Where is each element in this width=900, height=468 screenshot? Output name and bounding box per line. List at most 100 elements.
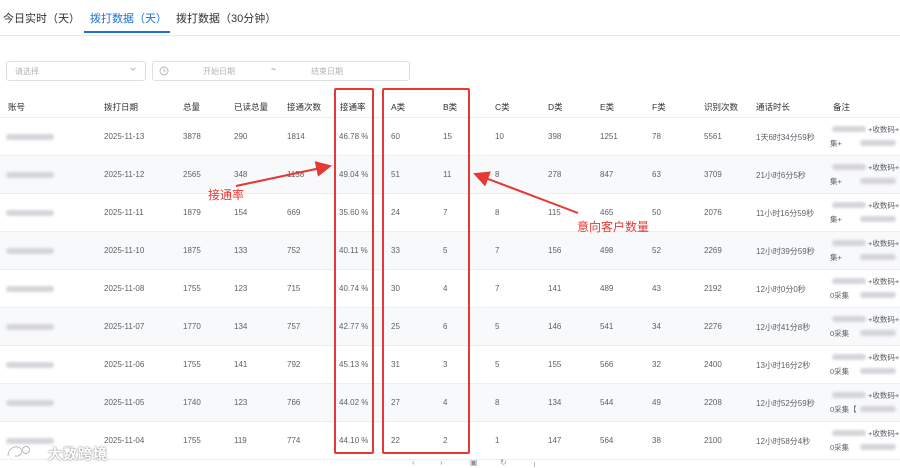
cell-class-f: 78 — [652, 132, 661, 141]
cell-dial-date: 2025-11-13 — [104, 132, 145, 141]
cell-class-c: 8 — [495, 170, 500, 179]
remark-line-1: +收数码+ — [868, 391, 900, 400]
cell-total: 1755 — [183, 284, 201, 293]
col-dial-date: 拨打日期 — [104, 102, 139, 112]
clock-icon — [159, 66, 169, 76]
cell-class-c: 1 — [495, 436, 500, 445]
remark-line-1: +收数码+ — [868, 239, 900, 248]
cell-class-d: 398 — [548, 132, 562, 141]
account-redacted — [6, 134, 54, 140]
tab-dial-data-day[interactable]: 拨打数据（天） — [90, 10, 167, 26]
chevron-down-icon — [130, 67, 136, 71]
cell-class-d: 134 — [548, 398, 562, 407]
remark-line-2: 0采集 — [830, 367, 850, 376]
cell-read-total: 154 — [234, 208, 248, 217]
remark-line-1: +收数码+ — [868, 125, 900, 134]
next-page-icon[interactable]: › — [440, 458, 443, 467]
cell-total: 2565 — [183, 170, 201, 179]
col-class-d: D类 — [548, 102, 563, 112]
remark-line-1: +收数码+ — [868, 315, 900, 324]
col-connected: 接通次数 — [287, 102, 322, 112]
remark-line-1: +收数码+ — [868, 277, 900, 286]
cell-read-total: 119 — [234, 436, 247, 445]
cell-remark: +收数码+ 集+ — [830, 238, 900, 266]
tab-bar: 今日实时（天） 拨打数据（天） 拨打数据（30分钟） — [0, 0, 900, 36]
cell-class-f: 34 — [652, 322, 661, 331]
remark-line-1: +收数码+ — [868, 163, 900, 172]
remark-redacted — [860, 330, 896, 336]
cell-connected: 774 — [287, 436, 301, 445]
remark-redacted — [832, 126, 866, 132]
cell-class-f: 63 — [652, 170, 661, 179]
cell-class-e: 465 — [600, 208, 614, 217]
account-redacted — [6, 324, 54, 330]
cell-dial-date: 2025-11-07 — [104, 322, 145, 331]
remark-line-2: 集+ — [830, 139, 842, 148]
cell-class-f: 52 — [652, 246, 661, 255]
prev-page-icon[interactable]: ‹ — [412, 458, 415, 467]
connect-rate-highlight-box — [334, 88, 374, 454]
cell-recognition: 2276 — [704, 322, 722, 331]
intent-customers-highlight-box — [382, 88, 470, 454]
cell-dial-date: 2025-11-12 — [104, 170, 145, 179]
cell-recognition: 2076 — [704, 208, 722, 217]
cell-call-duration: 12小时52分59秒 — [756, 399, 815, 408]
remark-line-2: 0采集【 — [830, 405, 857, 414]
cell-read-total: 141 — [234, 360, 248, 369]
remark-line-2: 0采集 — [830, 291, 850, 300]
cell-read-total: 290 — [234, 132, 248, 141]
tab-today-realtime[interactable]: 今日实时（天） — [3, 10, 80, 26]
date-start-input[interactable]: 开始日期 — [203, 66, 235, 77]
cell-class-f: 49 — [652, 398, 661, 407]
remark-line-2: 集+ — [830, 253, 842, 262]
remark-line-2: 集+ — [830, 215, 842, 224]
remark-redacted — [832, 202, 866, 208]
cell-total: 1740 — [183, 398, 201, 407]
cell-remark: +收数码+ 0采集 — [830, 352, 900, 380]
date-end-input[interactable]: 结束日期 — [311, 66, 343, 77]
remark-redacted — [832, 392, 866, 398]
cell-class-c: 8 — [495, 208, 500, 217]
cell-total: 3878 — [183, 132, 201, 141]
account-redacted — [6, 362, 54, 368]
cell-read-total: 123 — [234, 398, 248, 407]
col-class-c: C类 — [495, 102, 510, 112]
active-tab-indicator — [84, 31, 170, 33]
cell-dial-date: 2025-11-05 — [104, 398, 145, 407]
select-placeholder: 请选择 — [15, 67, 39, 76]
cell-class-f: 38 — [652, 436, 661, 445]
intent-customers-annotation: 意向客户数量 — [577, 220, 650, 234]
cell-dial-date: 2025-11-11 — [104, 208, 144, 217]
grid-icon[interactable]: ▣ — [470, 458, 478, 467]
cell-recognition: 5561 — [704, 132, 722, 141]
cell-total: 1755 — [183, 360, 201, 369]
refresh-icon[interactable]: ↻ — [500, 458, 507, 467]
cell-call-duration: 12小时39分59秒 — [756, 247, 815, 256]
cell-class-e: 544 — [600, 398, 614, 407]
cell-read-total: 133 — [234, 246, 248, 255]
cell-class-c: 10 — [495, 132, 504, 141]
remark-redacted — [832, 430, 866, 436]
col-class-e: E类 — [600, 102, 615, 112]
remark-line-1: +收数码+ — [868, 201, 900, 210]
cell-recognition: 2400 — [704, 360, 722, 369]
account-select[interactable]: 请选择 — [6, 61, 146, 81]
tab-dial-data-30min[interactable]: 拨打数据（30分钟） — [176, 10, 276, 26]
connect-rate-annotation: 接通率 — [208, 188, 245, 202]
cell-class-f: 50 — [652, 208, 661, 217]
cell-recognition: 2208 — [704, 398, 722, 407]
cell-class-c: 8 — [495, 398, 500, 407]
remark-redacted — [860, 444, 896, 450]
remark-redacted — [832, 240, 866, 246]
col-read-total: 已读总量 — [234, 102, 269, 112]
cell-class-f: 32 — [652, 360, 661, 369]
remark-redacted — [860, 254, 896, 260]
cell-connected: 792 — [287, 360, 301, 369]
cell-remark: +收数码+ 集+ — [830, 162, 900, 190]
cell-class-e: 541 — [600, 322, 614, 331]
remark-redacted — [832, 278, 866, 284]
pin-icon[interactable]: ╷ — [532, 458, 537, 467]
watermark-text: 大数跨境 — [48, 446, 108, 462]
remark-redacted — [860, 406, 896, 412]
date-range-picker[interactable]: 开始日期 ~ 结束日期 — [152, 61, 410, 81]
